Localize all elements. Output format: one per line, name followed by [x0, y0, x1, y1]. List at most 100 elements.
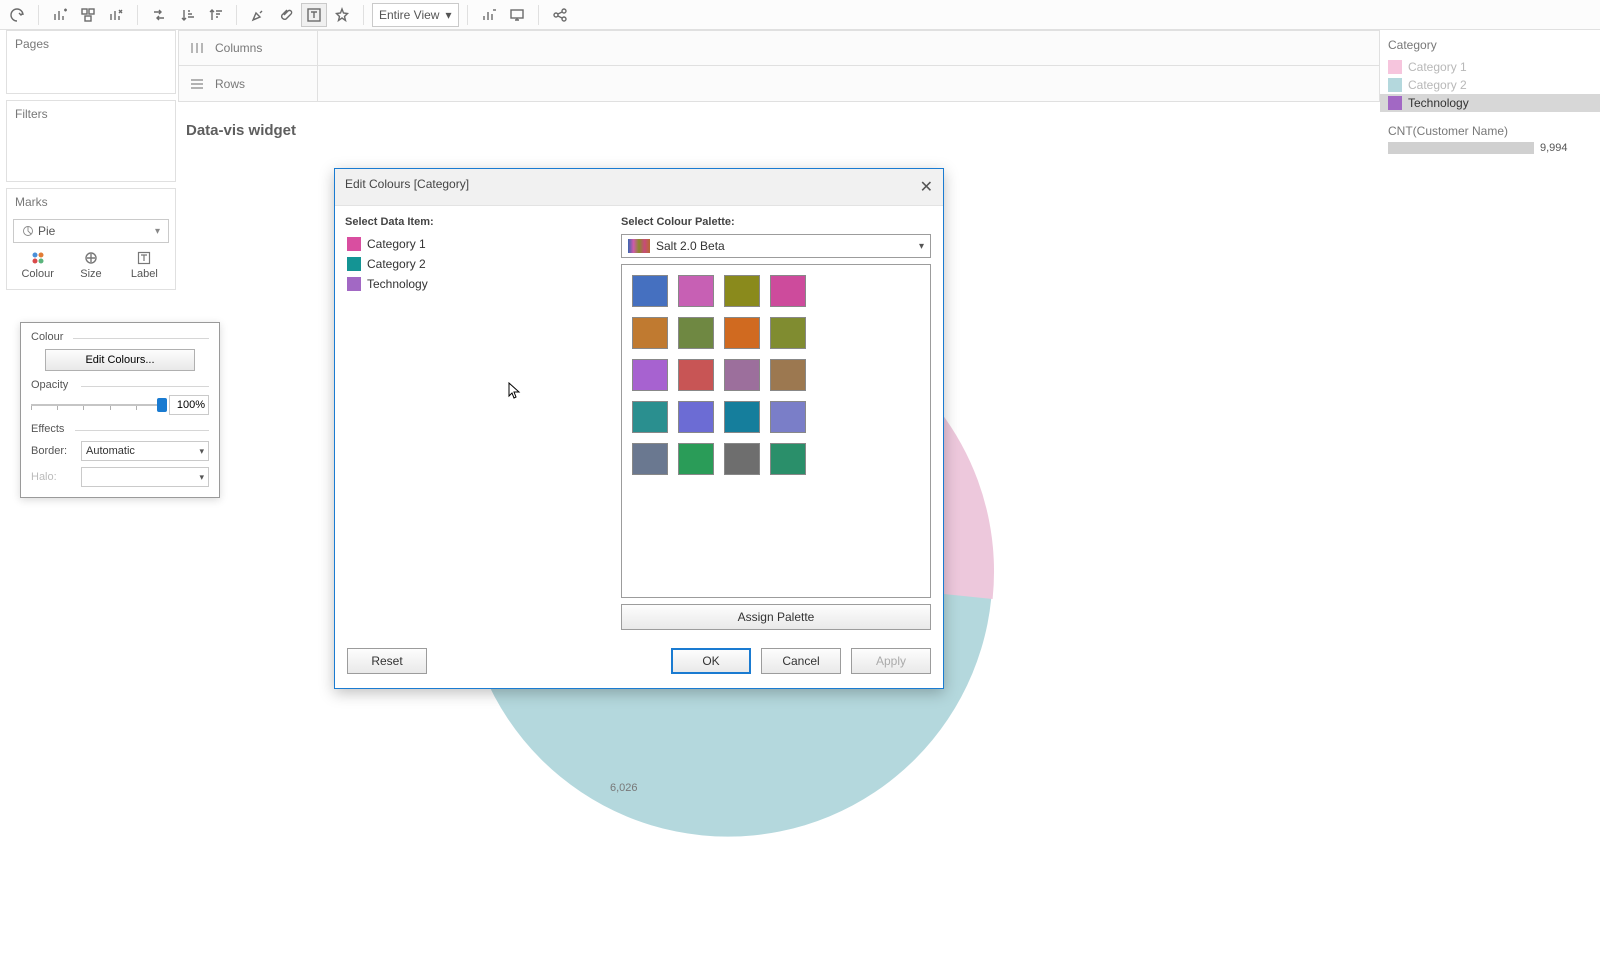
- border-select[interactable]: Automatic▾: [81, 441, 209, 461]
- legend-title: Category: [1380, 38, 1600, 58]
- edit-colours-dialog: Edit Colours [Category] ✕ Select Data It…: [334, 168, 944, 689]
- palette-colour[interactable]: [678, 275, 714, 307]
- sort-desc-icon[interactable]: [202, 3, 228, 27]
- text-label-icon[interactable]: [301, 3, 327, 27]
- barchart-add-icon[interactable]: [47, 3, 73, 27]
- rows-shelf-drop[interactable]: [318, 66, 1380, 102]
- pointer-icon[interactable]: [329, 3, 355, 27]
- mark-type-select[interactable]: Pie ▾: [13, 219, 169, 243]
- filters-shelf[interactable]: Filters: [6, 100, 176, 182]
- chevron-down-icon: ▾: [155, 226, 160, 237]
- marks-colour-button[interactable]: Colour: [13, 247, 62, 285]
- label-icon: [121, 250, 168, 266]
- rows-shelf[interactable]: Rows: [178, 66, 318, 102]
- palette-swatch-icon: [628, 239, 650, 253]
- close-icon[interactable]: ✕: [920, 177, 933, 197]
- columns-icon: [179, 41, 215, 55]
- data-item-label: Category 2: [367, 257, 426, 271]
- palette-select[interactable]: Salt 2.0 Beta ▾: [621, 234, 931, 258]
- assign-palette-button[interactable]: Assign Palette: [621, 604, 931, 630]
- palette-grid: [632, 275, 920, 475]
- dialog-title: Edit Colours [Category]: [345, 177, 469, 197]
- cnt-legend-title: CNT(Customer Name): [1380, 112, 1600, 142]
- data-item-swatch: [347, 257, 361, 271]
- sort-asc-icon[interactable]: [174, 3, 200, 27]
- palette-colour[interactable]: [632, 401, 668, 433]
- data-item[interactable]: Category 2: [345, 254, 611, 274]
- palette-colour[interactable]: [724, 401, 760, 433]
- legend-swatch: [1388, 60, 1402, 74]
- mark-type-label: Pie: [38, 224, 55, 238]
- palette-colour[interactable]: [632, 317, 668, 349]
- chevron-down-icon: ▾: [445, 8, 451, 22]
- barchart-remove-icon[interactable]: [103, 3, 129, 27]
- data-item-label: Category 1: [367, 237, 426, 251]
- palette-colour[interactable]: [770, 359, 806, 391]
- highlight-icon[interactable]: [245, 3, 271, 27]
- data-item-swatch: [347, 277, 361, 291]
- filters-label: Filters: [7, 101, 175, 127]
- size-icon: [67, 250, 114, 266]
- colour-popup: Colour Edit Colours... Opacity Effects B…: [20, 322, 220, 498]
- chart-data-label: 6,026: [610, 782, 638, 794]
- legend-item-label: Category 2: [1408, 78, 1467, 92]
- palette-colour[interactable]: [770, 443, 806, 475]
- edit-colours-button[interactable]: Edit Colours...: [45, 349, 195, 371]
- cancel-button[interactable]: Cancel: [761, 648, 841, 674]
- palette-colour[interactable]: [632, 443, 668, 475]
- legend-swatch: [1388, 96, 1402, 110]
- legend-item[interactable]: Category 2: [1380, 76, 1600, 94]
- view-fit-select[interactable]: Entire View ▾: [372, 3, 459, 27]
- palette-colour[interactable]: [770, 317, 806, 349]
- cnt-size-bar: [1388, 142, 1534, 154]
- palette-colour[interactable]: [724, 443, 760, 475]
- legend-panel: Category Category 1Category 2Technology …: [1380, 30, 1600, 972]
- present-icon[interactable]: [504, 3, 530, 27]
- colour-icon: [14, 250, 61, 266]
- aggregate-icon[interactable]: [75, 3, 101, 27]
- palette-colour[interactable]: [678, 359, 714, 391]
- marks-label-button[interactable]: Label: [120, 247, 169, 285]
- view-fit-label: Entire View: [379, 8, 439, 22]
- columns-shelf-drop[interactable]: [318, 30, 1380, 66]
- palette-colour[interactable]: [724, 275, 760, 307]
- legend-item[interactable]: Category 1: [1380, 58, 1600, 76]
- palette-colour[interactable]: [632, 275, 668, 307]
- cnt-value: 9,994: [1540, 142, 1568, 154]
- marks-card: Marks Pie ▾ Colour Size: [6, 188, 176, 290]
- palette-colour[interactable]: [632, 359, 668, 391]
- marks-size-button[interactable]: Size: [66, 247, 115, 285]
- halo-select: ▾: [81, 467, 209, 487]
- palette-colour[interactable]: [678, 401, 714, 433]
- palette-colour[interactable]: [678, 317, 714, 349]
- data-item[interactable]: Category 1: [345, 234, 611, 254]
- pages-shelf[interactable]: Pages: [6, 30, 176, 94]
- legend-item[interactable]: Technology: [1380, 94, 1600, 112]
- opacity-slider[interactable]: [31, 397, 163, 413]
- data-item-label: Technology: [367, 277, 428, 291]
- palette-colour[interactable]: [724, 317, 760, 349]
- data-item[interactable]: Technology: [345, 274, 611, 294]
- show-me-icon[interactable]: [476, 3, 502, 27]
- palette-colour[interactable]: [770, 275, 806, 307]
- ok-button[interactable]: OK: [671, 648, 751, 674]
- legend-item-label: Category 1: [1408, 60, 1467, 74]
- marks-label: Marks: [7, 189, 175, 215]
- palette-colour[interactable]: [770, 401, 806, 433]
- palette-colour[interactable]: [678, 443, 714, 475]
- columns-shelf[interactable]: Columns: [178, 30, 318, 66]
- legend-item-label: Technology: [1408, 96, 1469, 110]
- legend-swatch: [1388, 78, 1402, 92]
- pages-label: Pages: [7, 31, 175, 57]
- rows-icon: [179, 77, 215, 91]
- palette-colour[interactable]: [724, 359, 760, 391]
- undo-icon[interactable]: [4, 3, 30, 27]
- share-icon[interactable]: [547, 3, 573, 27]
- chevron-down-icon: ▾: [919, 241, 924, 252]
- sheet-title: Data-vis widget: [186, 122, 296, 139]
- data-item-swatch: [347, 237, 361, 251]
- attach-icon[interactable]: [273, 3, 299, 27]
- swap-icon[interactable]: [146, 3, 172, 27]
- opacity-input[interactable]: [169, 395, 209, 415]
- reset-button[interactable]: Reset: [347, 648, 427, 674]
